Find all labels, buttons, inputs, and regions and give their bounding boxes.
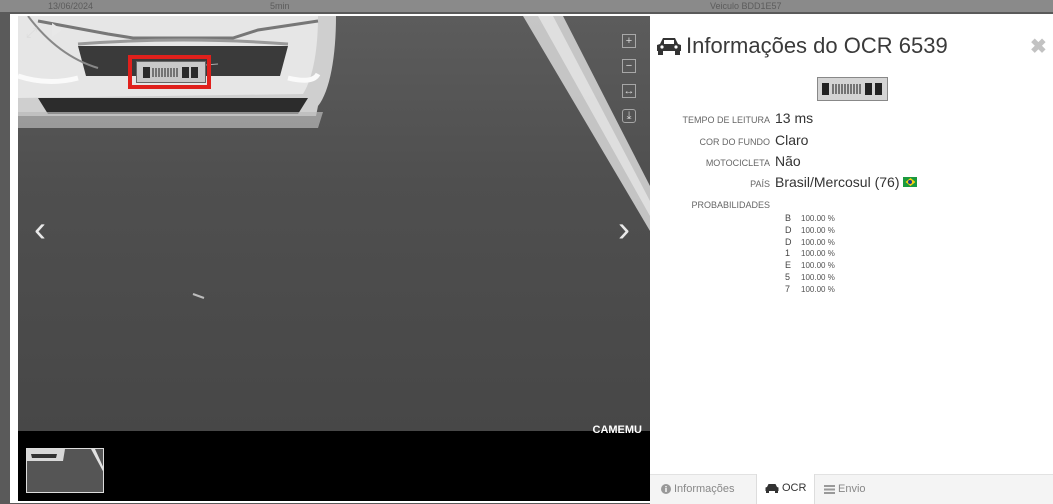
panel-tabs: Informações OCR Envio [650,474,1053,504]
fit-size-button[interactable]: ↔ [622,84,636,98]
read-time-value: 13 ms [775,110,814,126]
probability-row: D 100.00 % [785,225,835,237]
probability-value: 100.00 % [801,284,835,294]
probabilities-list: B 100.00 % D 100.00 % D 100.00 % 1 100.00 % … [785,213,835,296]
thumbnail-picture [27,449,103,492]
motorcycle-value: Não [775,153,801,169]
country-label: PAÍS [750,179,770,189]
zoom-out-button[interactable]: − [622,59,636,73]
zoom-in-button[interactable]: + [622,34,636,48]
country-value-text: Brasil/Mercosul (76) [775,174,900,190]
image-viewer[interactable]: ⤢ + − ↔ ⤓ ‹ › CAMEMU [18,16,650,501]
car-icon [765,484,779,493]
tab-ocr-label: OCR [782,482,807,494]
probability-row: 1 100.00 % [785,248,835,260]
vehicle-photo [18,16,650,431]
plate-crop-image [817,77,888,101]
probability-row: D 100.00 % [785,237,835,249]
image-thumbnail[interactable] [26,448,104,493]
probability-row: E 100.00 % [785,260,835,272]
probability-value: 100.00 % [801,225,835,235]
tab-envio-label: Envio [838,483,866,495]
background-color-label: COR DO FUNDO [699,137,771,147]
probability-char: D [785,224,792,235]
prev-image-arrow[interactable]: ‹ [34,211,46,247]
brazil-flag-icon [903,177,918,187]
probability-value: 100.00 % [801,272,835,282]
close-button[interactable]: ✖ [1030,34,1047,59]
probability-row: 5 100.00 % [785,272,835,284]
probability-char: B [785,213,792,223]
probability-row: 7 100.00 % [785,284,835,296]
background-cell: 13/06/2024 [48,1,94,11]
plate-highlight-box [128,55,211,89]
road-scene [18,16,650,299]
country-value: Brasil/Mercosul (76) [775,174,918,190]
probability-value: 100.00 % [801,214,835,223]
probability-value: 100.00 % [801,261,835,271]
probabilities-label: PROBABILIDADES [691,200,770,210]
probability-row: B 100.00 % [785,213,835,225]
fullscreen-icon[interactable]: ⤢ [26,24,37,41]
list-icon [824,485,835,494]
tab-informacoes-label: Informações [674,483,735,495]
tab-envio[interactable]: Envio [818,475,872,504]
background-cell: Veiculo BDD1E57 [710,1,782,11]
panel-title: Informações do OCR 6539 [656,33,948,59]
probability-char: 7 [785,283,791,294]
play-icon[interactable] [52,23,62,37]
probability-value: 100.00 % [801,237,835,247]
probability-char: 1 [785,248,791,259]
car-icon [657,38,681,55]
download-button[interactable]: ⤓ [622,109,636,123]
motorcycle-label: MOTOCICLETA [705,158,770,168]
background-color-value: Claro [775,132,809,148]
tab-informacoes[interactable]: Informações [657,475,739,504]
probability-char: 5 [785,271,791,282]
background-table-row: 13/06/2024 5min Veiculo BDD1E57 [0,0,1053,12]
ocr-modal: ⤢ + − ↔ ⤓ ‹ › CAMEMU Informações do OCR … [10,14,1053,504]
tab-ocr[interactable]: OCR [756,474,816,504]
info-icon [661,484,671,494]
next-image-arrow[interactable]: › [618,211,630,247]
background-cell: 5min [270,1,290,11]
probability-char: D [785,236,792,247]
read-time-label: TEMPO DE LEITURA [682,115,770,125]
probability-value: 100.00 % [801,249,835,259]
camera-label: CAMEMU [592,424,643,436]
ocr-info-panel: Informações do OCR 6539 ✖ TEMPO DE LEITU… [650,14,1053,504]
probability-char: E [785,260,792,271]
panel-title-text: Informações do OCR 6539 [686,33,948,58]
plate-crop-characters-mark [822,83,882,95]
